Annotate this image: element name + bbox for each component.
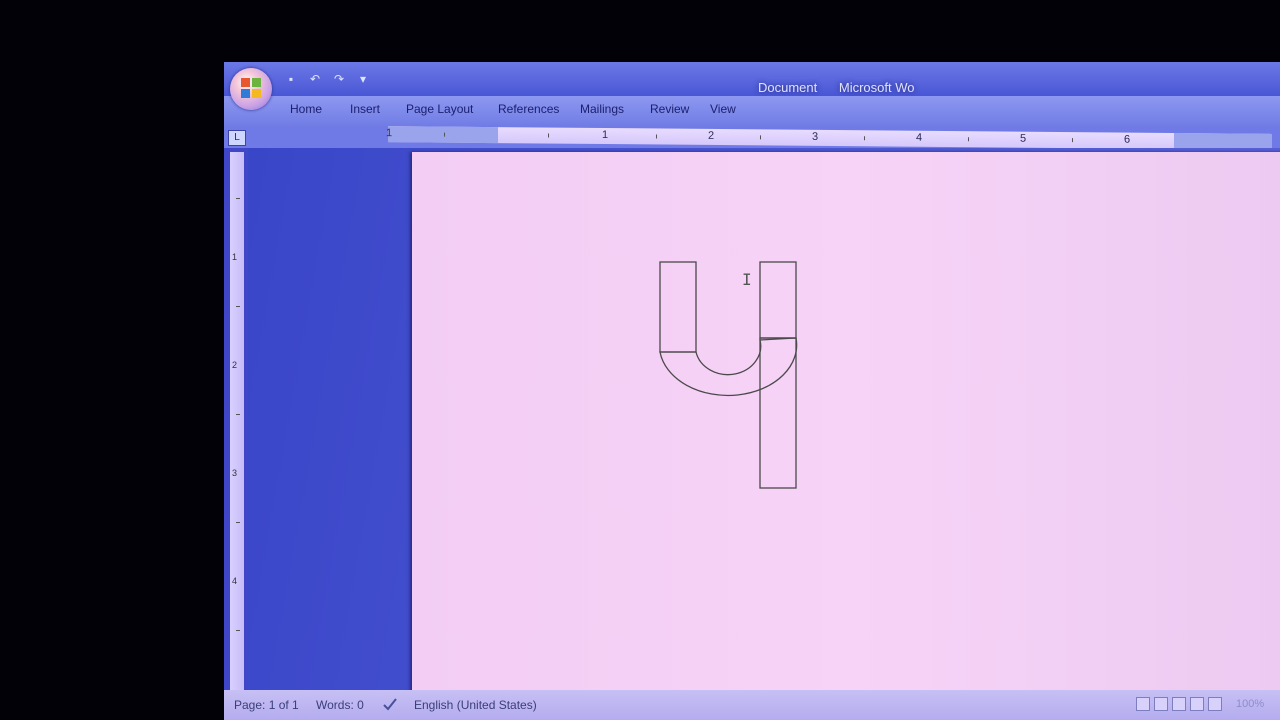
tab-mailings[interactable]: Mailings (580, 102, 624, 116)
undo-icon[interactable]: ↶ (308, 72, 322, 86)
ribbon-tabs: Home Insert Page Layout References Maili… (224, 96, 1280, 128)
office-button[interactable] (230, 68, 272, 110)
ruler-row: L 1 1 2 3 4 5 6 (224, 126, 1280, 150)
ruler-tick (444, 132, 445, 137)
quick-access-toolbar: ▪ ↶ ↷ ▾ (284, 70, 370, 88)
title-bar: ▪ ↶ ↷ ▾ Document Microsoft Wo (224, 62, 1280, 96)
ruler-left-margin (388, 126, 498, 144)
ruler-number: 3 (232, 468, 238, 478)
ruler-tick (236, 522, 240, 523)
office-logo-icon (241, 78, 261, 98)
text-cursor-icon: I (742, 270, 752, 289)
full-screen-icon[interactable] (1154, 697, 1168, 711)
title-document: Document (758, 80, 818, 95)
proofing-check-icon[interactable] (382, 696, 398, 712)
ruler-tick (656, 134, 657, 139)
title-app: Microsoft Wo (838, 80, 915, 95)
document-page[interactable]: I (412, 152, 1280, 692)
ruler-number: 5 (1020, 132, 1027, 145)
window-title: Document Microsoft Wo (758, 80, 932, 95)
tab-insert[interactable]: Insert (350, 102, 380, 116)
page-count[interactable]: Page: 1 of 1 (234, 698, 299, 712)
ruler-tick (236, 630, 240, 631)
ruler-tick (236, 414, 240, 415)
right-lower-rectangle[interactable] (759, 337, 797, 489)
word-window: ▪ ↶ ↷ ▾ Document Microsoft Wo Home Inser… (224, 62, 1280, 720)
ruler-number: 6 (1124, 133, 1131, 146)
document-canvas: I (248, 148, 1280, 694)
vertical-ruler[interactable]: 1 2 3 4 (230, 152, 244, 692)
word-count[interactable]: Words: 0 (316, 698, 364, 712)
ruler-number: 1 (232, 252, 238, 262)
print-layout-icon[interactable] (1136, 697, 1150, 711)
status-bar: Page: 1 of 1 Words: 0 English (United St… (224, 690, 1280, 720)
language-indicator[interactable]: English (United States) (414, 698, 537, 712)
left-rectangle[interactable] (659, 261, 697, 353)
save-icon[interactable]: ▪ (284, 72, 298, 86)
ruler-tick (760, 135, 761, 140)
tab-references[interactable]: References (498, 102, 559, 116)
right-upper-rectangle[interactable] (759, 261, 797, 339)
redo-icon[interactable]: ↷ (332, 72, 346, 86)
ruler-number: 3 (812, 130, 819, 143)
ruler-number: 4 (232, 576, 238, 586)
draft-icon[interactable] (1208, 697, 1222, 711)
view-buttons (1136, 697, 1222, 711)
ruler-number: 1 (386, 127, 393, 140)
ruler-tick (968, 137, 969, 142)
horizontal-ruler[interactable]: 1 1 2 3 4 5 6 (386, 126, 1272, 150)
zoom-level[interactable]: 100% (1236, 698, 1264, 710)
tab-review[interactable]: Review (650, 102, 689, 116)
tab-view[interactable]: View (710, 102, 736, 116)
ruler-tick (236, 306, 240, 307)
web-layout-icon[interactable] (1172, 697, 1186, 711)
ruler-tick (864, 136, 865, 141)
ruler-tick (236, 198, 240, 199)
ruler-number: 4 (916, 131, 923, 144)
ruler-tick (1072, 138, 1073, 143)
ruler-number: 1 (602, 129, 609, 142)
arc-shape[interactable] (659, 337, 798, 397)
customize-qat-icon[interactable]: ▾ (356, 72, 370, 86)
che-letter-shape[interactable] (632, 242, 812, 522)
tab-selector-button[interactable]: L (228, 130, 246, 146)
ruler-number: 2 (708, 129, 715, 142)
tab-home[interactable]: Home (290, 102, 322, 116)
tab-page-layout[interactable]: Page Layout (406, 102, 473, 116)
outline-icon[interactable] (1190, 697, 1204, 711)
ruler-number: 2 (232, 360, 238, 370)
ruler-tick (548, 133, 549, 138)
